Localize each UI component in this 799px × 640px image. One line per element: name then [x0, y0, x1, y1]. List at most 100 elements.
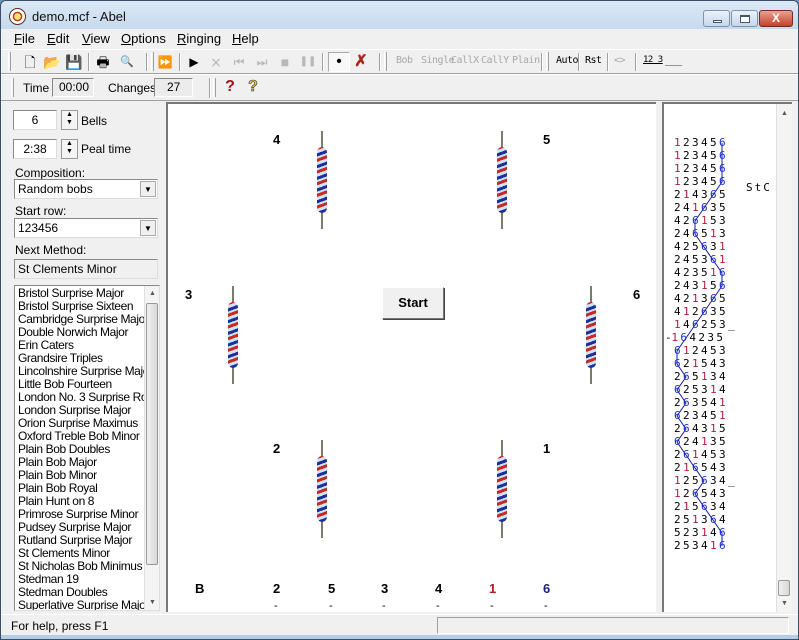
- method-list[interactable]: Bristol Surprise Major Bristol Surprise S…: [14, 285, 160, 611]
- composition-select[interactable]: Random bobs ▼: [14, 179, 158, 199]
- chevron-down-icon[interactable]: ▼: [140, 220, 156, 236]
- bell-digit: 5: [710, 136, 717, 149]
- bell-rope-1[interactable]: [497, 440, 507, 538]
- close-button[interactable]: X: [759, 10, 793, 27]
- minimize-icon: [713, 20, 722, 23]
- composition-label: Composition:: [15, 166, 86, 180]
- shuffle-icon[interactable]: ⨯: [207, 53, 225, 71]
- bell-rope-2[interactable]: [317, 440, 327, 538]
- change-row: 263541: [674, 396, 728, 409]
- new-file-icon[interactable]: 🗋: [21, 53, 39, 71]
- method-list-scrollbar[interactable]: ▲ ▼: [144, 286, 159, 610]
- maximize-button[interactable]: [731, 10, 758, 27]
- toolbar-grip[interactable]: [546, 52, 549, 71]
- skip-back-icon[interactable]: ⏮: [230, 53, 248, 71]
- play-icon[interactable]: ▶: [185, 53, 203, 71]
- menu-view[interactable]: View: [82, 31, 110, 46]
- scroll-thumb[interactable]: [778, 580, 790, 596]
- help-icon[interactable]: ?: [221, 78, 239, 96]
- bell-digit: 3: [692, 409, 699, 422]
- start-button[interactable]: Start: [382, 287, 444, 319]
- treble-digit: 1: [674, 149, 681, 162]
- cally-button[interactable]: CallY: [481, 55, 509, 66]
- row-label-bell: 4: [435, 581, 443, 596]
- minimize-button[interactable]: [703, 10, 730, 27]
- method-list-item[interactable]: Superlative Surprise Major: [18, 599, 159, 611]
- bell-rope-6[interactable]: [586, 286, 596, 384]
- open-folder-icon[interactable]: 📂: [43, 53, 61, 71]
- numbers-button[interactable]: 12 3: [643, 55, 663, 65]
- toolbar-grip[interactable]: [151, 52, 154, 71]
- method-display-panel: 1234561234561234561234562143652416354261…: [662, 102, 792, 612]
- print-preview-icon[interactable]: 🔍: [118, 53, 136, 71]
- peal-time-spinner-arrows[interactable]: ▲ ▼: [61, 139, 78, 159]
- main-toolbar: 🗋 📂 💾 🖶 🔍 ⏩ ▶ ⨯ ⏮ ⏭ ■ ❚❚ • ✗ Bob Single …: [1, 49, 798, 74]
- bell-digit: 4: [674, 214, 681, 227]
- menu-options[interactable]: Options: [121, 31, 166, 46]
- single-call-button[interactable]: Single: [421, 55, 455, 66]
- bell-digit: 2: [683, 474, 690, 487]
- plain-call-button[interactable]: Plain: [512, 55, 540, 66]
- bell-digit: 3: [701, 292, 708, 305]
- scroll-up-icon[interactable]: ▲: [777, 106, 792, 121]
- start-row-label: Start row:: [15, 204, 67, 218]
- menu-ringing[interactable]: Ringing: [177, 31, 221, 46]
- record-dot-icon[interactable]: •: [328, 52, 350, 72]
- change-row: 216543: [674, 461, 728, 474]
- peal-time-spinner-input[interactable]: 2:38: [13, 139, 57, 159]
- method-abbrev-label: StC: [746, 181, 772, 194]
- bell-digit: 2: [674, 370, 681, 383]
- tenor-digit: 6: [683, 370, 690, 383]
- scroll-up-icon[interactable]: ▲: [145, 286, 159, 301]
- tenor-digit: 6: [701, 474, 708, 487]
- treble-digit: 1: [683, 188, 690, 201]
- mute-bell-icon[interactable]: ✗: [352, 53, 370, 71]
- start-row-select[interactable]: 123456 ▼: [14, 218, 158, 238]
- bell-number-3: 3: [185, 287, 193, 302]
- abel-app-icon: [9, 8, 26, 25]
- bell-digit: 3: [692, 539, 699, 552]
- bell-digit: 5: [692, 500, 699, 513]
- scroll-thumb[interactable]: [146, 303, 158, 565]
- bell-digit: 3: [710, 370, 717, 383]
- scroll-down-icon[interactable]: ▼: [145, 595, 159, 610]
- reset-button[interactable]: Rst: [585, 55, 602, 66]
- lines-button[interactable]: ___: [665, 55, 682, 66]
- bell-digit: 5: [719, 201, 726, 214]
- bob-call-button[interactable]: Bob: [396, 55, 413, 66]
- toolbar-grip[interactable]: [11, 78, 14, 97]
- bell-digit: 4: [683, 318, 690, 331]
- method-panel-scrollbar[interactable]: ▲ ▼: [776, 104, 792, 612]
- bells-spinner-arrows[interactable]: ▲ ▼: [61, 110, 78, 130]
- menu-file[interactable]: File: [14, 31, 35, 46]
- tenor-digit: 6: [719, 175, 726, 188]
- bell-rope-4[interactable]: [317, 131, 327, 229]
- chevron-down-icon[interactable]: ▼: [140, 181, 156, 197]
- change-row: 425631: [674, 240, 728, 253]
- menu-edit[interactable]: Edit: [47, 31, 69, 46]
- bells-spinner-input[interactable]: 6: [13, 110, 57, 130]
- treble-digit: 1: [692, 357, 699, 370]
- bell-digit: 2: [674, 448, 681, 461]
- context-help-icon[interactable]: ?: [244, 78, 262, 96]
- auto-button[interactable]: Auto: [556, 55, 579, 66]
- bell-rope-3[interactable]: [228, 286, 238, 384]
- swap-icon[interactable]: <>: [614, 55, 626, 66]
- callx-button[interactable]: CallX: [451, 55, 479, 66]
- pause-icon[interactable]: ❚❚: [299, 53, 317, 71]
- toolbar-grip[interactable]: [384, 52, 387, 71]
- change-row: 246513: [674, 227, 728, 240]
- save-disk-icon[interactable]: 💾: [65, 53, 83, 71]
- bell-digit: 2: [674, 539, 681, 552]
- bell-rope-5[interactable]: [497, 131, 507, 229]
- toolbar-grip[interactable]: [8, 52, 11, 71]
- menu-help[interactable]: Help: [232, 31, 259, 46]
- toolbar-grip[interactable]: [213, 78, 216, 97]
- print-icon[interactable]: 🖶: [94, 53, 112, 71]
- skip-forward-icon[interactable]: ⏭: [253, 53, 271, 71]
- stop-icon[interactable]: ■: [276, 53, 294, 71]
- scroll-down-icon[interactable]: ▼: [777, 596, 792, 611]
- tenor-digit: 6: [710, 292, 717, 305]
- fast-forward-icon[interactable]: ⏩: [156, 53, 174, 71]
- menu-view-label: iew: [90, 31, 110, 46]
